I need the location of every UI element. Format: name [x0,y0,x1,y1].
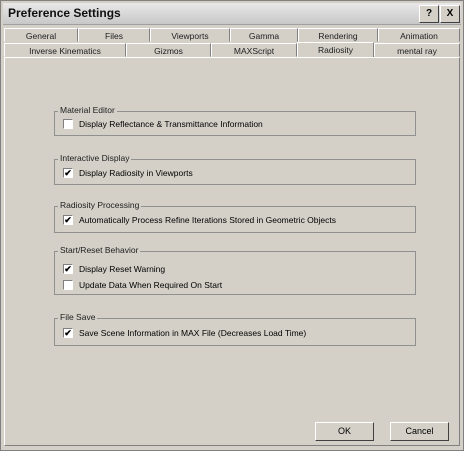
checkbox[interactable]: ✔ [63,264,73,274]
checkbox[interactable]: ✔ [63,168,73,178]
tab-general[interactable]: General [4,28,78,42]
group-file-save: File Save ✔ Save Scene Information in MA… [54,312,416,346]
tab-rendering[interactable]: Rendering [298,28,378,42]
group-interactive-display: Interactive Display ✔ Display Radiosity … [54,153,416,185]
checkbox[interactable] [63,119,73,129]
group-start-reset-behavior: Start/Reset Behavior ✔ Display Reset War… [54,245,416,295]
tab-gamma[interactable]: Gamma [230,28,298,42]
window-title: Preference Settings [8,6,121,20]
title-bar: Preference Settings ? X [3,3,461,25]
checkbox[interactable]: ✔ [63,328,73,338]
cancel-button[interactable]: Cancel [390,422,449,441]
preference-settings-dialog: Preference Settings ? X General Files Vi… [0,0,464,451]
close-button[interactable]: X [440,5,460,23]
group-radiosity-processing: Radiosity Processing ✔ Automatically Pro… [54,200,416,233]
radiosity-panel: Material Editor Display Reflectance & Tr… [4,57,460,446]
help-button[interactable]: ? [419,5,439,23]
checkbox[interactable] [63,280,73,290]
option-label: Automatically Process Refine Iterations … [79,215,336,225]
group-label: Material Editor [58,105,117,115]
tab-gizmos[interactable]: Gizmos [126,43,211,57]
group-label: Interactive Display [58,153,132,163]
tab-radiosity[interactable]: Radiosity [297,42,374,58]
group-label: Start/Reset Behavior [58,245,141,255]
group-label: File Save [58,312,98,322]
tab-maxscript[interactable]: MAXScript [211,43,297,57]
checkbox[interactable]: ✔ [63,215,73,225]
tab-viewports[interactable]: Viewports [150,28,230,42]
option-label: Display Reflectance & Transmittance Info… [79,119,263,129]
tab-mental-ray[interactable]: mental ray [374,43,460,57]
tab-animation[interactable]: Animation [378,28,460,42]
group-material-editor: Material Editor Display Reflectance & Tr… [54,105,416,136]
group-label: Radiosity Processing [58,200,142,210]
option-label: Display Reset Warning [79,264,166,274]
tab-files[interactable]: Files [78,28,150,42]
option-label: Display Radiosity in Viewports [79,168,193,178]
tab-inverse-kinematics[interactable]: Inverse Kinematics [4,43,126,57]
option-label: Save Scene Information in MAX File (Decr… [79,328,307,338]
option-label: Update Data When Required On Start [79,280,223,290]
ok-button[interactable]: OK [315,422,374,441]
